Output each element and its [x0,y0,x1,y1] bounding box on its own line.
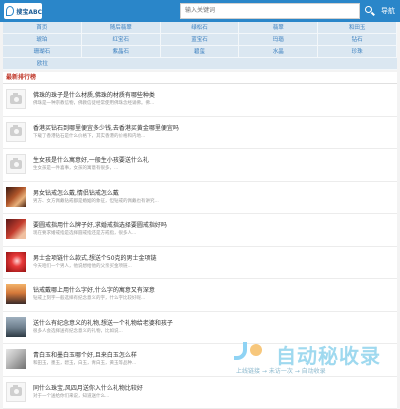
item-title[interactable]: 男士金项链什么款式,想送个50克的男士金项链 [33,253,157,262]
list-item[interactable]: 生女孩是什么寓意好,一般生小孩要送什么礼生女孩是一件喜事，女孩的寓意有很多，..… [3,149,397,182]
list-item[interactable]: 钻戒戴哪上用什么字好,什么字的寓意又有深意钻戒上刻字一般选择有纪念意义的字，什么… [3,279,397,312]
item-title[interactable]: 钻戒戴哪上用什么字好,什么字的寓意又有深意 [33,285,155,294]
item-title[interactable]: 香港买钻石到哪里便宜多少钱,去香港买黄金哪里便宜吗 [33,123,179,132]
menu-empty-cell [161,58,240,70]
list-item[interactable]: 佛珠的珠子是什么材质,佛珠的材质有哪些种类佛珠是一种宗教信物，佛教信徒经常使用佛… [3,84,397,117]
menu-item[interactable]: 红宝石 [82,34,161,46]
site-logo[interactable]: 搜宝ABC [4,3,42,19]
thumbnail-image[interactable] [6,252,26,272]
thumbnail-image[interactable] [6,219,26,239]
item-title[interactable]: 送什么有纪念意义的礼物,想送一个礼物给老婆和孩子 [33,318,173,327]
menu-item[interactable]: 水晶 [239,46,318,58]
nav-menu-button[interactable]: 导航 [381,6,395,16]
thumbnail-placeholder[interactable] [6,89,26,109]
item-title[interactable]: 要圆戒指用什么牌子好,求婚戒指选择要圆戒指好吗 [33,220,167,229]
menu-item[interactable]: 琥珀 [3,34,82,46]
thumbnail-placeholder[interactable] [6,154,26,174]
item-title[interactable]: 男女钻戒怎么戴,情侣钻戒怎么戴 [33,188,119,197]
menu-row: 首页随后翡翠绿松石翡翠和田玉 [3,22,397,34]
menu-empty-cell [318,58,397,70]
watermark-brand: 自动秘收录 [276,340,381,369]
list-item[interactable]: 香港买钻石到哪里便宜多少钱,去香港买黄金哪里便宜吗下载了香港钻石是什么价格下，其… [3,117,397,150]
menu-empty-cell [82,58,161,70]
item-title[interactable]: 同什么珠宝,风四月送你入什么礼物比较好 [33,383,143,392]
menu-item[interactable]: 随后翡翠 [82,22,161,34]
menu-item[interactable]: 翡翠 [239,22,318,34]
menu-empty-cell [239,58,318,70]
top-bar: 搜宝ABC 导航 [0,0,400,22]
section-title: 最新排行榜 [3,72,397,84]
camera-icon [10,387,22,396]
menu-item[interactable]: 碧玺 [161,46,240,58]
menu-item[interactable]: 蓝宝石 [161,34,240,46]
thumbnail-placeholder[interactable] [6,122,26,142]
thumbnail-image[interactable] [6,284,26,304]
watermark-logo-icon [232,340,262,366]
menu-item[interactable]: 绿松石 [161,22,240,34]
watermark: 自动秘收录 上线链接 → 未访一次 → 自动收录 [228,336,400,376]
section-header: 最新排行榜 [3,72,397,84]
item-description: 佛珠是一种宗教信物，佛教信徒经常使用佛珠念经诵佛。佛... [33,100,154,106]
menu-item[interactable]: 首页 [3,22,82,34]
item-description: 钻戒上刻字一般选择有纪念意义的字，什么字比较好呢... [33,295,145,301]
logo-text: 搜宝ABC [16,7,42,16]
thumbnail-placeholder[interactable] [6,382,26,402]
thumbnail-image[interactable] [6,349,26,369]
list-item[interactable]: 同什么珠宝,风四月送你入什么礼物比较好对于一个送给你们来说，知道送什么... [3,377,397,409]
item-title[interactable]: 生女孩是什么寓意好,一般生小孩要送什么礼 [33,155,149,164]
item-description: 现在要求婚戒指是选择圆戒指还是方戒指，很多人... [33,230,136,236]
item-description: 男方、女方佩戴钻戒都是婚姻的象征，但钻戒的佩戴也有讲究... [33,198,159,204]
item-description: 下载了香港钻石是什么价格下，其实香港的价格和内地... [33,133,145,139]
menu-item[interactable]: 欧拉 [3,58,82,70]
menu-item[interactable]: 紫晶石 [82,46,161,58]
item-description: 和田玉，墨玉，碧玉，白玉，青白玉，黄玉等品种... [33,360,136,366]
item-title[interactable]: 青白玉和墨白玉哪个好,且来白玉怎么样 [33,350,137,359]
category-menu: 首页随后翡翠绿松石翡翠和田玉琥珀红宝石蓝宝石玛瑙钻石珊瑚石紫晶石碧玺水晶珍珠欧拉 [3,22,397,70]
menu-item[interactable]: 和田玉 [318,22,397,34]
item-description: 对于一个送给你们来说，知道送什么... [33,393,109,399]
item-description: 今天咱们一个男人，他说想给他的父亲买金项链... [33,263,132,269]
thumbnail-image[interactable] [6,187,26,207]
menu-item[interactable]: 珍珠 [318,46,397,58]
menu-row: 珊瑚石紫晶石碧玺水晶珍珠 [3,46,397,58]
camera-icon [10,127,22,136]
search-input[interactable] [180,3,360,19]
menu-item[interactable]: 钻石 [318,34,397,46]
thumbnail-image[interactable] [6,317,26,337]
menu-row: 欧拉 [3,58,397,70]
list-item[interactable]: 男女钻戒怎么戴,情侣钻戒怎么戴男方、女方佩戴钻戒都是婚姻的象征，但钻戒的佩戴也有… [3,182,397,215]
list-item[interactable]: 男士金项链什么款式,想送个50克的男士金项链今天咱们一个男人，他说想给他的父亲买… [3,247,397,280]
item-description: 很多人会选择送有纪念意义的礼物，比如说... [33,328,123,334]
menu-item[interactable]: 玛瑙 [239,34,318,46]
logo-mark-icon [6,6,14,16]
list-item[interactable]: 要圆戒指用什么牌子好,求婚戒指选择要圆戒指好吗现在要求婚戒指是选择圆戒指还是方戒… [3,214,397,247]
camera-icon [10,160,22,169]
menu-row: 琥珀红宝石蓝宝石玛瑙钻石 [3,34,397,46]
menu-item[interactable]: 珊瑚石 [3,46,82,58]
search-button[interactable] [363,3,377,19]
camera-icon [10,95,22,104]
item-title[interactable]: 佛珠的珠子是什么材质,佛珠的材质有哪些种类 [33,90,155,99]
watermark-tagline: 上线链接 → 未访一次 → 自动收录 [236,366,326,375]
item-description: 生女孩是一件喜事，女孩的寓意有很多，... [33,165,118,171]
